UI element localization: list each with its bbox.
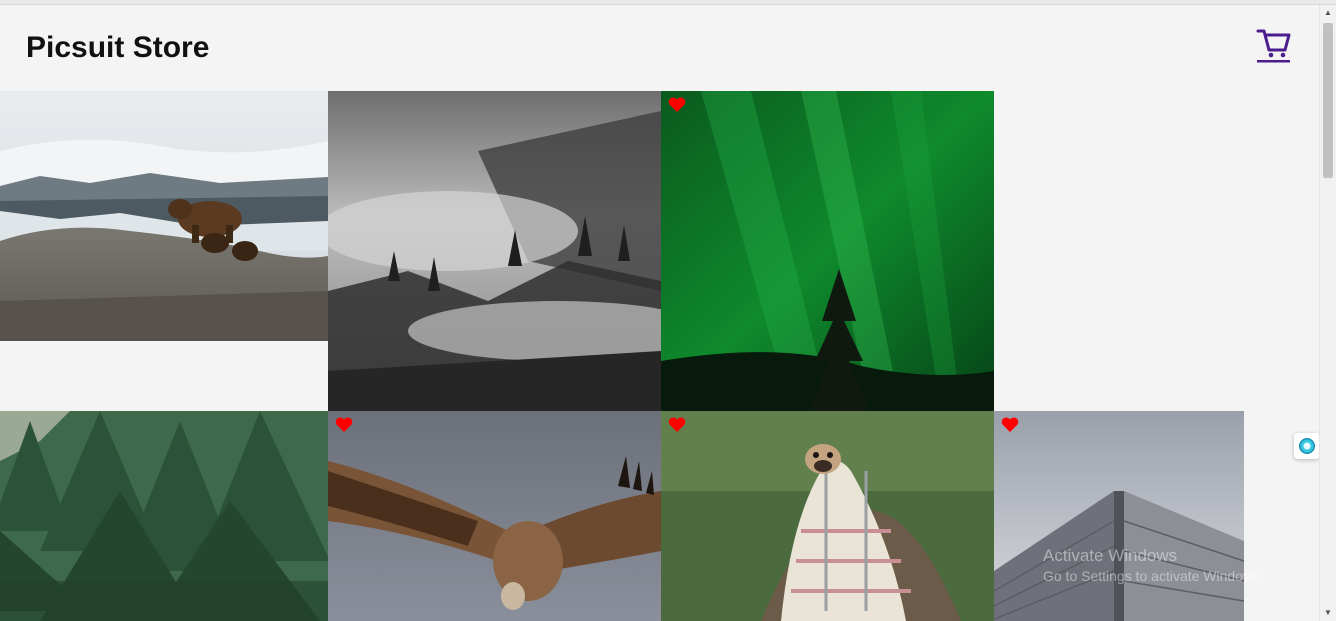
- assistant-orb-icon: [1299, 438, 1315, 454]
- photo-tile-pine-trees[interactable]: [0, 411, 328, 621]
- scroll-thumb[interactable]: [1323, 23, 1333, 178]
- page-title: Picsuit Store: [26, 31, 210, 64]
- photo-tile-misty-forest[interactable]: [328, 91, 661, 411]
- favorite-heart-icon[interactable]: [1001, 417, 1019, 433]
- vulture-photo: [328, 411, 661, 621]
- favorite-heart-icon[interactable]: [668, 417, 686, 433]
- store-header: Picsuit Store: [0, 5, 1320, 91]
- scroll-up-arrow-icon[interactable]: ▲: [1320, 5, 1336, 21]
- photo-tile-pug[interactable]: [661, 411, 994, 621]
- scroll-down-arrow-icon[interactable]: ▼: [1320, 605, 1336, 621]
- bear-photo: [0, 91, 328, 341]
- favorite-heart-icon[interactable]: [335, 417, 353, 433]
- favorite-heart-icon[interactable]: [668, 97, 686, 113]
- floating-assistant-button[interactable]: [1294, 433, 1320, 459]
- photo-tile-bear[interactable]: [0, 91, 328, 341]
- northern-lights-photo: [661, 91, 994, 411]
- shopping-cart-icon: [1256, 29, 1291, 63]
- pine-trees-photo: [0, 411, 328, 621]
- vertical-scrollbar[interactable]: ▲ ▼: [1319, 5, 1336, 621]
- photo-tile-northern-lights[interactable]: [661, 91, 994, 411]
- cart-button[interactable]: [1255, 25, 1291, 63]
- photo-tile-vulture[interactable]: [328, 411, 661, 621]
- skyscraper-photo: [994, 411, 1244, 621]
- photo-gallery: [0, 91, 1320, 621]
- photo-tile-skyscraper[interactable]: [994, 411, 1244, 621]
- pug-photo: [661, 411, 994, 621]
- misty-forest-photo: [328, 91, 661, 411]
